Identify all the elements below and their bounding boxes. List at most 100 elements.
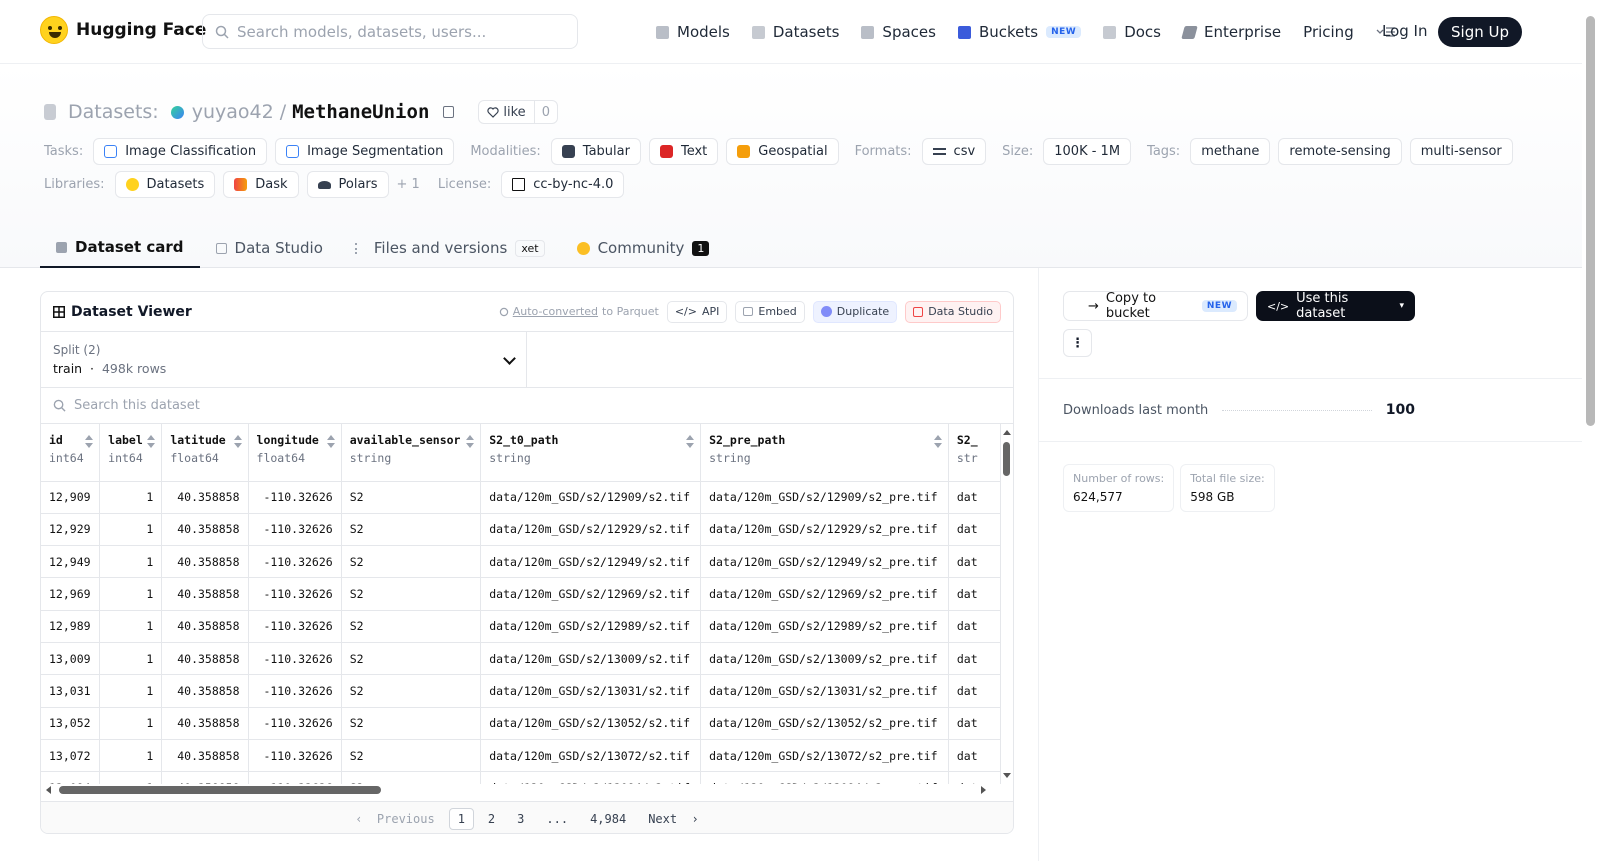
dataset-header: Datasets: yuyao42 / MethaneUnion like 0 …: [0, 64, 1582, 268]
tag-lib-dask[interactable]: Dask: [223, 171, 299, 198]
tag-image-classification[interactable]: Image Classification: [93, 138, 268, 165]
table-row[interactable]: 13,094140.358858-110.32626S2data/120m_GS…: [41, 771, 1001, 784]
signup-button[interactable]: Sign Up: [1438, 17, 1522, 47]
table-header: id int64 label int64 latitude float64 longitud…: [41, 424, 1001, 482]
dataset-search[interactable]: [41, 388, 1013, 424]
next-page-button[interactable]: Next ›: [640, 809, 707, 829]
page-button[interactable]: 3: [509, 809, 532, 829]
tag-license[interactable]: cc-by-nc-4.0: [501, 171, 625, 198]
right-sidebar: → Copy to bucket NEW </> Use this datase…: [1038, 268, 1583, 861]
like-button[interactable]: like 0: [478, 100, 558, 124]
tab-data-studio[interactable]: Data Studio: [200, 228, 339, 268]
rows-stat-value: 624,577: [1073, 490, 1123, 504]
page-button[interactable]: 4,984: [582, 809, 634, 829]
split-selector[interactable]: Split (2) train · 498k rows: [41, 332, 527, 387]
table-row[interactable]: 13,031 1 40.358858 -110.32626 S2 data/120m_GS…: [41, 674, 1001, 708]
page-button[interactable]: 1: [448, 807, 474, 830]
tag-methane[interactable]: methane: [1190, 138, 1271, 165]
nav-models[interactable]: Models: [656, 23, 730, 41]
api-button[interactable]: </> API: [666, 300, 728, 323]
table-row[interactable]: 12,929 1 40.358858 -110.32626 S2 data/120m_GS…: [41, 513, 1001, 547]
dataset-search-input[interactable]: [74, 398, 474, 413]
column-header[interactable]: S2_t0_path string: [480, 424, 702, 482]
new-badge: NEW: [1201, 300, 1237, 312]
column-header[interactable]: latitude float64: [161, 424, 249, 482]
logo[interactable]: Hugging Face: [40, 16, 206, 44]
image-segmentation-icon: [286, 145, 300, 158]
page-button[interactable]: 2: [480, 809, 503, 829]
tag-size[interactable]: 100K - 1M: [1043, 138, 1132, 165]
table-row[interactable]: 13,052 1 40.358858 -110.32626 S2 data/120m_GS…: [41, 707, 1001, 740]
table-row[interactable]: 12,949 1 40.358858 -110.32626 S2 data/120m_GS…: [41, 545, 1001, 579]
nav-enterprise[interactable]: Enterprise: [1181, 23, 1281, 41]
data-studio-button[interactable]: Data Studio: [905, 300, 1001, 323]
tag-tabular[interactable]: Tabular: [550, 138, 641, 165]
scroll-thumb[interactable]: [1003, 442, 1010, 476]
tag-multi-sensor[interactable]: multi-sensor: [1409, 138, 1513, 165]
table-cell: 12,989: [41, 610, 101, 643]
table-row[interactable]: 13,009 1 40.358858 -110.32626 S2 data/120m_GS…: [41, 642, 1001, 676]
tag-lib-datasets[interactable]: Datasets: [114, 171, 216, 198]
tag-text[interactable]: Text: [648, 138, 719, 165]
global-search[interactable]: [202, 14, 578, 49]
nav-spaces[interactable]: Spaces: [861, 23, 936, 41]
pagination: ‹ Previous 1 2 3 ... 4,984 Next ›: [41, 801, 1013, 833]
column-header[interactable]: longitude float64: [248, 424, 342, 482]
scroll-thumb[interactable]: [59, 786, 381, 794]
tag-remote-sensing[interactable]: remote-sensing: [1278, 138, 1402, 165]
table-cell: -110.32626: [248, 771, 342, 784]
table-row[interactable]: 12,989 1 40.358858 -110.32626 S2 data/120m_GS…: [41, 610, 1001, 643]
use-this-dataset-button[interactable]: </> Use this dataset ▾: [1256, 291, 1415, 321]
tag-lib-polars[interactable]: Polars: [306, 171, 389, 198]
table-row[interactable]: 12,909 1 40.358858 -110.32626 S2 data/120m_GS…: [41, 481, 1001, 514]
cube-icon: [56, 241, 67, 253]
scroll-up-icon[interactable]: [1003, 430, 1011, 435]
nav-docs[interactable]: Docs: [1103, 23, 1161, 41]
tab-dataset-card[interactable]: Dataset card: [40, 228, 200, 268]
tab-files-and-versions[interactable]: Files and versions xet: [339, 228, 561, 268]
nav-datasets[interactable]: Datasets: [751, 23, 839, 41]
previous-page-button[interactable]: ‹ Previous: [347, 809, 442, 829]
page-scrollbar[interactable]: [1582, 0, 1600, 861]
column-header[interactable]: S2_pre_path string: [700, 424, 949, 482]
embed-button[interactable]: Embed: [735, 300, 805, 323]
login-link[interactable]: Log In: [1382, 22, 1428, 40]
table-row[interactable]: 12,969 1 40.358858 -110.32626 S2 data/120m_GS…: [41, 577, 1001, 611]
table-row[interactable]: 13,072 1 40.358858 -110.32626 S2 data/120m_GS…: [41, 739, 1001, 773]
duplicate-button[interactable]: Duplicate: [812, 300, 898, 323]
datasets-prefix[interactable]: Datasets:: [68, 101, 159, 123]
license-icon: [512, 178, 526, 191]
scroll-right-icon[interactable]: [981, 786, 986, 794]
more-options-button[interactable]: ⋮: [1063, 329, 1092, 357]
horizontal-scrollbar[interactable]: [41, 784, 1001, 796]
page-scroll-thumb[interactable]: [1586, 16, 1595, 426]
table-cell: 1: [99, 642, 163, 676]
tag-csv[interactable]: csv: [921, 138, 987, 165]
tab-community[interactable]: Community 1: [561, 228, 726, 268]
auto-converted-link[interactable]: Auto-converted: [513, 305, 598, 318]
downloads-label: Downloads last month: [1063, 402, 1209, 418]
column-header[interactable]: label int64: [99, 424, 163, 482]
dataset-name[interactable]: MethaneUnion: [292, 101, 429, 123]
dataset-owner[interactable]: yuyao42: [192, 101, 274, 123]
column-header[interactable]: available_sensor string: [341, 424, 482, 482]
scroll-left-icon[interactable]: [46, 786, 51, 794]
column-header[interactable]: id int64: [41, 424, 101, 482]
copy-to-bucket-button[interactable]: → Copy to bucket NEW: [1063, 291, 1248, 321]
tag-image-segmentation[interactable]: Image Segmentation: [275, 138, 455, 165]
libraries-more[interactable]: + 1: [397, 177, 420, 192]
nav-pricing[interactable]: Pricing: [1303, 23, 1354, 41]
table-cell: -110.32626: [248, 545, 342, 579]
column-header[interactable]: S2_ str: [948, 424, 1001, 482]
table-cell: data/120m_GSD/s2/12949/s2.tif: [480, 545, 702, 579]
global-search-input[interactable]: [237, 22, 557, 41]
nav-models-label: Models: [677, 23, 730, 41]
nav-buckets[interactable]: Buckets NEW: [957, 23, 1082, 41]
scroll-down-icon[interactable]: [1003, 773, 1011, 778]
tag-geospatial[interactable]: Geospatial: [726, 138, 839, 165]
table-cell: data/120m_GSD/s2/13072/s2.tif: [480, 739, 702, 773]
vertical-scrollbar[interactable]: [1001, 424, 1013, 778]
copy-icon[interactable]: [443, 106, 455, 118]
table-cell: data/120m_GSD/s2/12909/s2.tif: [480, 481, 702, 514]
new-badge: NEW: [1046, 26, 1082, 38]
